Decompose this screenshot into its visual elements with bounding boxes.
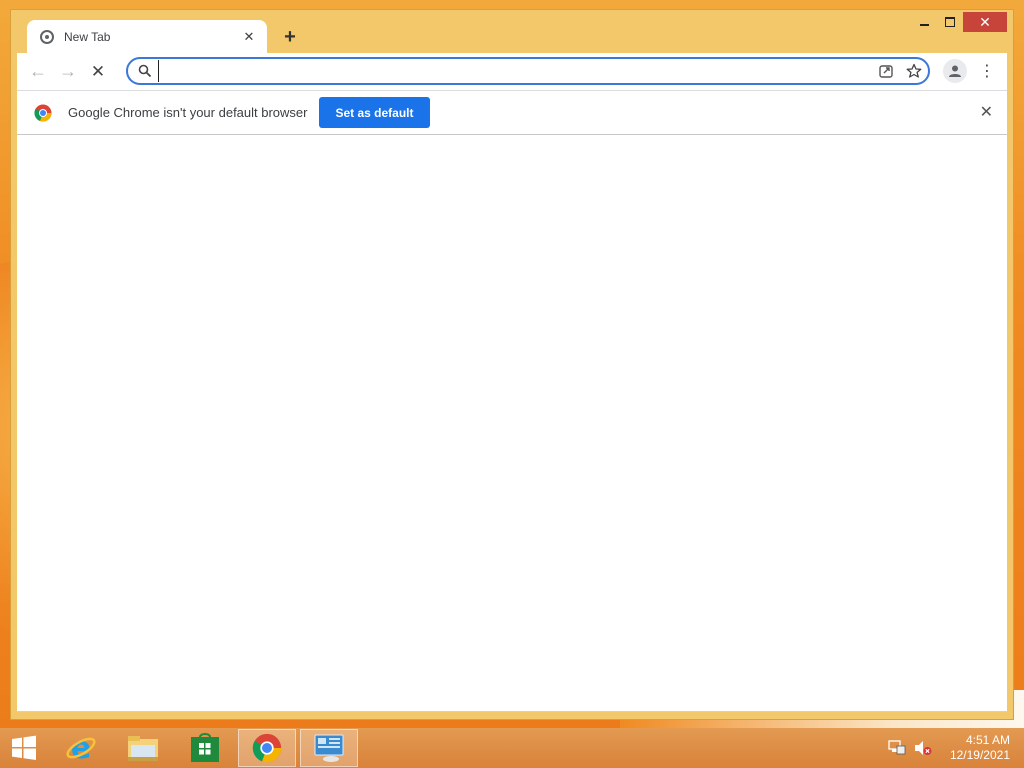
taskbar-internet-explorer[interactable]: e — [52, 729, 110, 767]
forward-button[interactable]: → — [53, 57, 83, 87]
page-content[interactable] — [17, 135, 1007, 712]
network-icon — [888, 740, 906, 755]
share-icon — [879, 65, 893, 78]
taskbar-store[interactable] — [176, 729, 234, 767]
omnibox[interactable] — [126, 57, 930, 85]
tab-close-icon[interactable]: ✕ — [241, 29, 257, 45]
speaker-muted-icon — [914, 741, 932, 755]
tab-strip: New Tab ✕ + — [11, 10, 1013, 54]
avatar-icon — [949, 65, 961, 77]
taskbar-file-explorer[interactable] — [114, 729, 172, 767]
star-icon — [906, 63, 922, 78]
stop-icon: ✕ — [90, 61, 106, 81]
share-button[interactable] — [872, 63, 900, 79]
set-as-default-button[interactable]: Set as default — [319, 97, 430, 128]
plus-icon: + — [284, 25, 296, 48]
desktop: ✕ New Tab ✕ + ← → ✕ ⋮ Google Chrome isn'… — [0, 0, 1024, 768]
taskbar: e 4:51 AM 12/19/2021 — [0, 728, 1024, 768]
stop-button[interactable]: ✕ — [83, 57, 113, 87]
arrow-right-icon: → — [59, 61, 77, 81]
chrome-newtab-favicon-icon — [40, 30, 54, 44]
windows-start-button[interactable] — [8, 734, 40, 762]
new-tab-button[interactable]: + — [277, 24, 303, 50]
browser-window: ✕ New Tab ✕ + ← → ✕ ⋮ Google Chrome isn'… — [10, 9, 1014, 720]
taskbar-chrome[interactable] — [238, 729, 296, 767]
arrow-left-icon: ← — [29, 61, 47, 81]
menu-button[interactable]: ⋮ — [975, 59, 999, 83]
tab-new-tab[interactable]: New Tab ✕ — [27, 20, 267, 54]
control-panel-icon — [314, 734, 344, 762]
clock-date: 12/19/2021 — [949, 748, 1010, 762]
svg-text:e: e — [71, 731, 91, 765]
folder-icon — [128, 736, 158, 761]
internet-explorer-icon: e — [66, 731, 96, 765]
chrome-icon — [252, 733, 282, 763]
clock[interactable]: 4:51 AM 12/19/2021 — [950, 733, 1010, 763]
infobar-close-icon[interactable]: ✕ — [980, 102, 993, 122]
more-vertical-icon: ⋮ — [979, 63, 995, 80]
back-button[interactable]: ← — [23, 57, 53, 87]
toolbar: ← → ✕ ⋮ — [17, 53, 1007, 90]
infobar-message: Google Chrome isn't your default browser — [68, 105, 308, 120]
clock-time: 4:51 AM — [965, 733, 1010, 747]
chrome-logo-icon — [34, 104, 52, 122]
address-input[interactable] — [158, 60, 872, 82]
volume-button[interactable] — [912, 737, 934, 759]
tab-title: New Tab — [64, 30, 111, 44]
default-browser-infobar: Google Chrome isn't your default browser… — [17, 90, 1007, 135]
network-button[interactable] — [886, 737, 908, 759]
store-icon — [191, 733, 219, 762]
search-icon — [138, 64, 152, 78]
bookmark-button[interactable] — [900, 63, 928, 79]
profile-button[interactable] — [943, 59, 967, 83]
system-tray: 4:51 AM 12/19/2021 — [886, 728, 1024, 768]
taskbar-control-panel[interactable] — [300, 729, 358, 767]
